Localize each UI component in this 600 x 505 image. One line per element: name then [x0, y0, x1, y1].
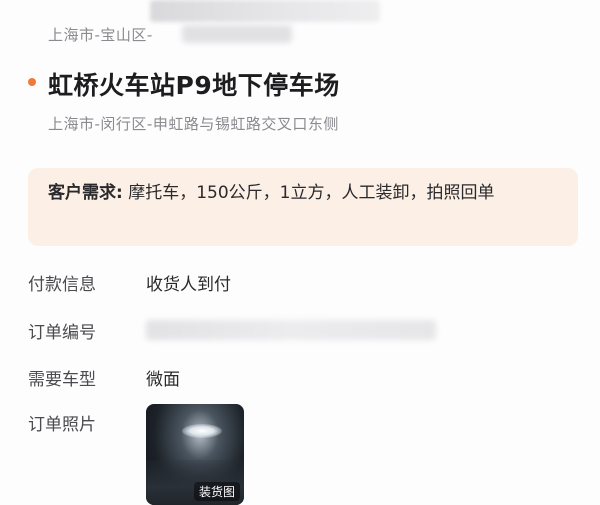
vehicle-type-value: 微面 — [146, 370, 180, 390]
customer-demand-label: 客户需求: — [48, 183, 123, 203]
redacted-header — [150, 0, 380, 22]
destination-dot-icon — [28, 78, 36, 86]
customer-demand: 客户需求: 摩托车，150公斤，1立方，人工装卸，拍照回单 — [48, 178, 563, 209]
vehicle-type-label: 需要车型 — [28, 370, 96, 390]
order-photo-label: 订单照片 — [28, 415, 96, 435]
destination-address: 上海市-闵行区-申虹路与锡虹路交叉口东侧 — [48, 115, 339, 133]
redacted-order-number — [146, 320, 436, 340]
redacted-pickup-detail — [182, 25, 292, 43]
order-detail-page: 上海市-宝山区- 虹桥火车站P9地下停车场 上海市-闵行区-申虹路与锡虹路交叉口… — [0, 0, 600, 505]
payment-value: 收货人到付 — [146, 275, 231, 295]
photo-ceiling-light — [182, 424, 222, 438]
pickup-address: 上海市-宝山区- — [48, 26, 153, 44]
order-number-label: 订单编号 — [28, 323, 96, 343]
destination-title: 虹桥火车站P9地下停车场 — [48, 71, 340, 100]
order-number-row: 订单编号 — [28, 318, 568, 343]
photo-tag: 装货图 — [193, 482, 240, 501]
loading-photo-thumbnail[interactable]: 装货图 — [146, 404, 244, 505]
payment-label: 付款信息 — [28, 275, 96, 295]
customer-demand-text: 摩托车，150公斤，1立方，人工装卸，拍照回单 — [122, 183, 495, 203]
customer-demand-box: 客户需求: 摩托车，150公斤，1立方，人工装卸，拍照回单 — [28, 168, 578, 246]
